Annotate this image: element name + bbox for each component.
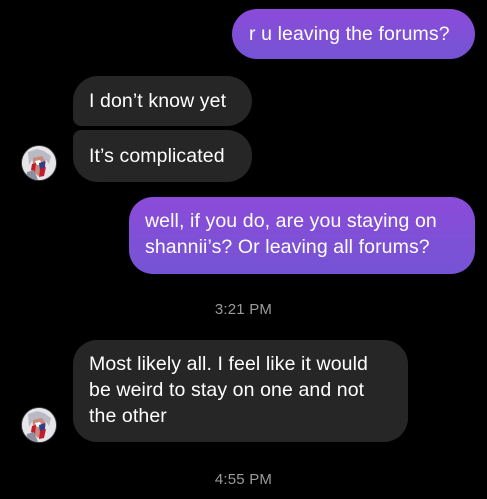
message-text: I don’t know yet	[89, 90, 227, 112]
message-timestamp: 3:21 PM	[214, 301, 273, 318]
contact-avatar-icon[interactable]	[22, 408, 56, 442]
message-text: well, if you do, are you staying on shan…	[145, 210, 437, 258]
avatar-image	[22, 408, 56, 442]
message-bubble-incoming[interactable]: I don’t know yet	[73, 76, 252, 126]
avatar-image	[22, 146, 56, 180]
message-bubble-outgoing[interactable]: r u leaving the forums?	[232, 9, 475, 59]
message-bubble-incoming[interactable]: Most likely all. I feel like it would be…	[73, 340, 408, 442]
message-bubble-outgoing[interactable]: well, if you do, are you staying on shan…	[129, 197, 475, 274]
message-bubble-incoming[interactable]: It’s complicated	[73, 130, 252, 182]
message-text: It’s complicated	[89, 145, 225, 167]
contact-avatar-icon[interactable]	[22, 146, 56, 180]
message-text: r u leaving the forums?	[249, 23, 450, 45]
message-timestamp: 4:55 PM	[214, 471, 273, 488]
message-text: Most likely all. I feel like it would be…	[89, 353, 368, 427]
